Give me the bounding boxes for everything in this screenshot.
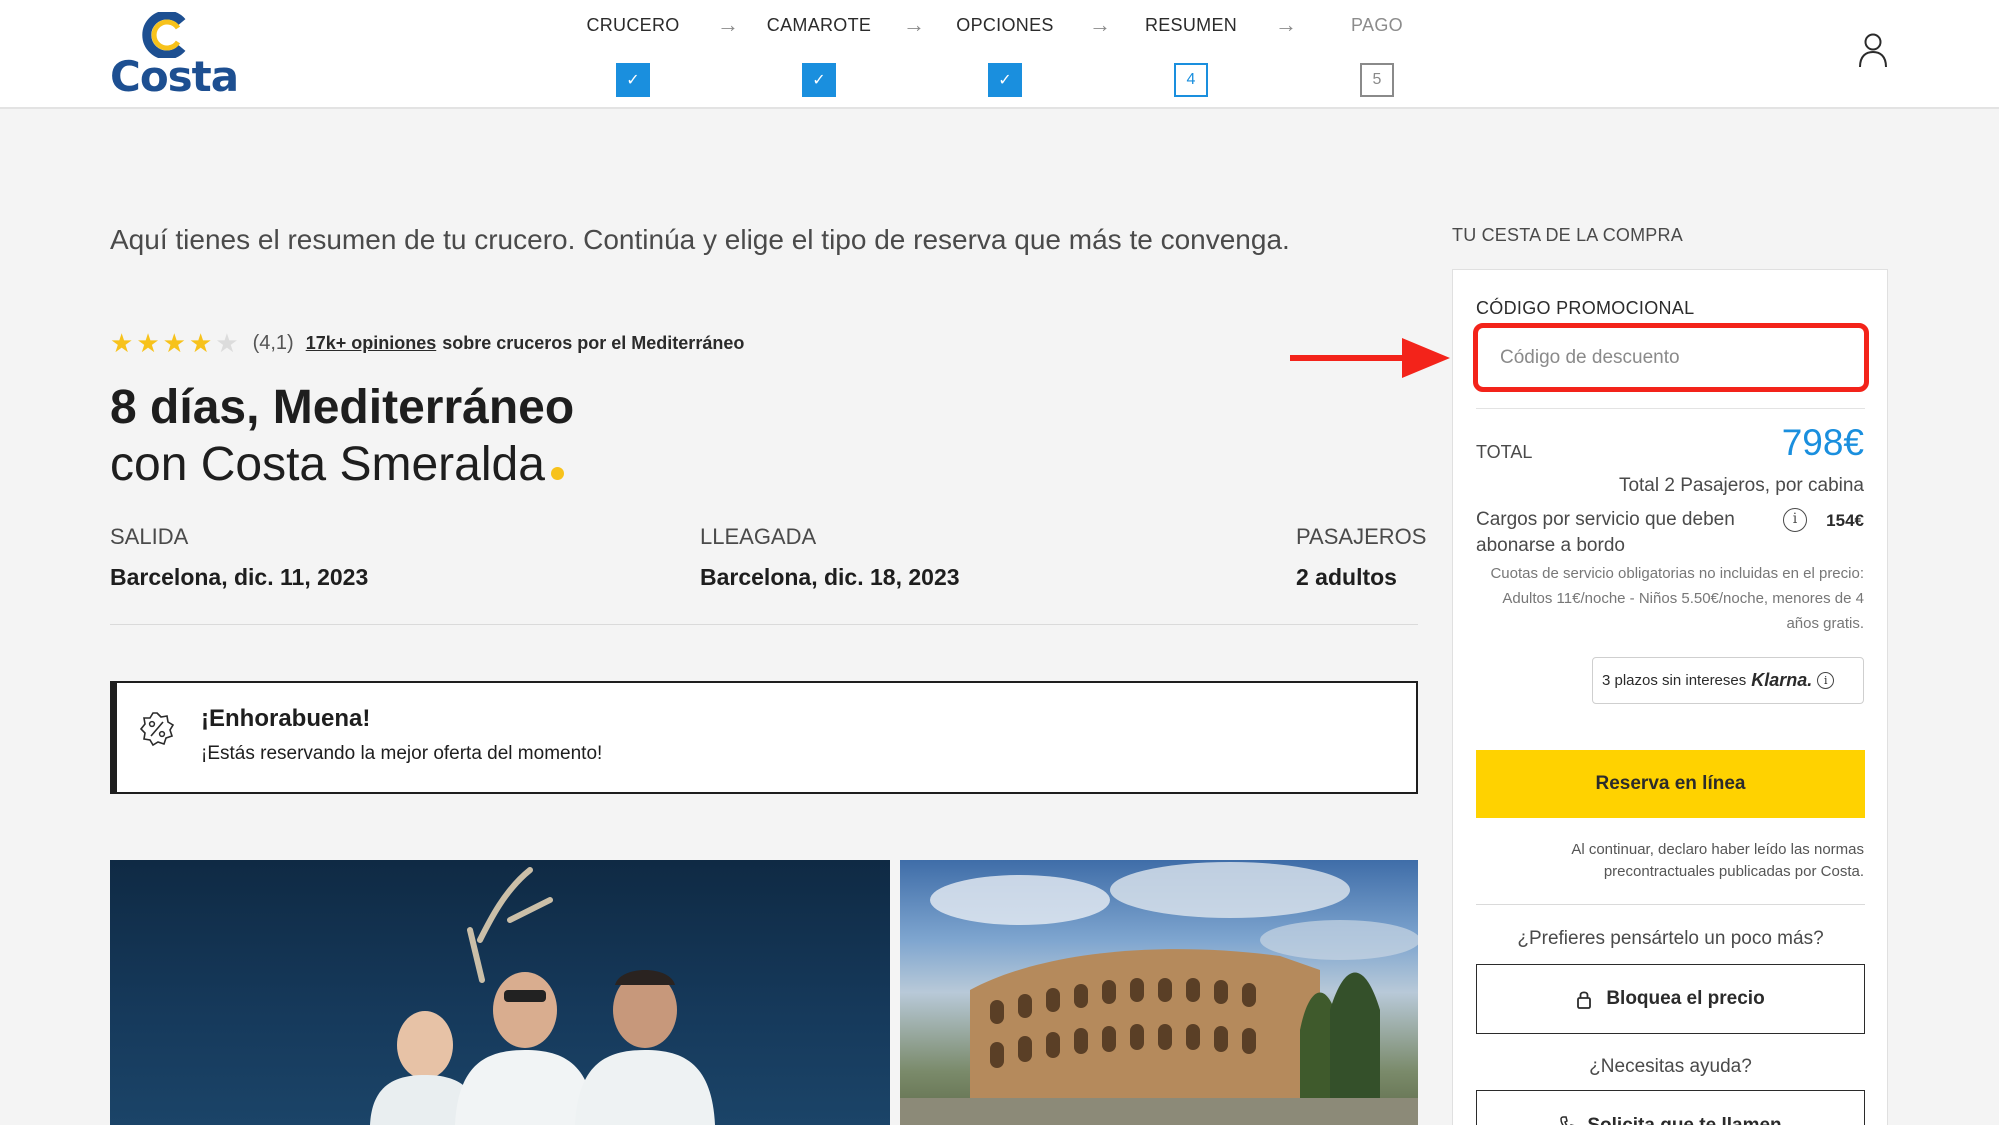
passengers-info: PASAJEROS 2 adultos <box>1296 524 1426 591</box>
step-number: 5 <box>1360 63 1394 97</box>
chefs-photo <box>110 860 890 1125</box>
step-opciones[interactable]: OPCIONES ✓ <box>905 0 1105 97</box>
promo-code-input[interactable] <box>1473 323 1869 392</box>
discount-badge-icon <box>139 712 175 747</box>
onboard-fees-label: Cargos por servicio que deben abonarse a… <box>1476 509 1735 556</box>
step-label: CRUCERO <box>586 15 680 35</box>
passengers-note: Total 2 Pasajeros, por cabina <box>1618 475 1864 496</box>
onboard-fees-value: 154€ <box>1826 511 1864 530</box>
passengers-label: PASAJEROS <box>1296 524 1427 549</box>
request-call-button[interactable]: Solicita que te llamen <box>1476 1090 1865 1125</box>
ship-name: con Costa Smeralda <box>110 438 545 491</box>
step-pago: PAGO 5 <box>1277 0 1477 97</box>
star-icon: ★ <box>188 328 213 358</box>
step-label: RESUMEN <box>1144 15 1238 35</box>
arrival-info: LLEAGADA Barcelona, dic. 18, 2023 <box>700 524 960 591</box>
klarna-badge[interactable]: 3 plazos sin intereses Klarna. i <box>1592 657 1864 704</box>
reviews-link[interactable]: 17k+ opiniones <box>306 333 437 354</box>
step-camarote[interactable]: CAMAROTE ✓ <box>719 0 919 97</box>
cart-divider <box>1476 904 1865 905</box>
cruise-title: 8 días, Mediterráneo <box>110 381 575 434</box>
promo-code-label: CÓDIGO PROMOCIONAL <box>1476 298 1695 318</box>
klarna-info-icon[interactable]: i <box>1817 672 1835 689</box>
step-label: OPCIONES <box>956 15 1054 35</box>
section-divider <box>110 624 1418 625</box>
star-icon: ★ <box>136 328 160 358</box>
logo-wordmark: Costa <box>110 52 239 101</box>
reviews-context: sobre cruceros por el Mediterráneo <box>442 332 745 353</box>
passengers-value: 2 adultos <box>1296 564 1397 590</box>
user-account-icon[interactable] <box>1858 32 1888 68</box>
colosseum-illustration <box>900 862 1418 1125</box>
lock-icon <box>1577 991 1592 1009</box>
phone-icon <box>1560 1116 1575 1125</box>
book-online-button[interactable]: Reserva en línea <box>1476 750 1865 818</box>
think-more-question: ¿Prefieres pensártelo un poco más? <box>1517 928 1824 949</box>
star-icon: ★ <box>110 328 134 358</box>
shopping-cart-panel: CÓDIGO PROMOCIONAL TOTAL 798€ Total 2 Pa… <box>1452 269 1888 1125</box>
star-rating: ★ ★ ★ ★ ★ <box>110 330 239 356</box>
check-icon: ✓ <box>616 63 650 97</box>
need-help-question: ¿Necesitas ayuda? <box>1589 1056 1752 1077</box>
cart-divider <box>1476 408 1865 409</box>
check-icon: ✓ <box>802 63 836 97</box>
check-icon: ✓ <box>988 63 1022 97</box>
banner-heading: ¡Enhorabuena! <box>201 705 371 732</box>
step-resumen[interactable]: RESUMEN 4 <box>1091 0 1291 97</box>
cart-title: TU CESTA DE LA COMPRA <box>1452 225 1683 245</box>
info-icon[interactable]: i <box>1783 508 1807 532</box>
step-number: 4 <box>1174 63 1208 97</box>
step-label: CAMAROTE <box>766 15 872 35</box>
step-label: PAGO <box>1351 15 1403 35</box>
costa-logo[interactable]: Costa <box>110 12 239 101</box>
chefs-illustration <box>370 867 715 1125</box>
arrival-label: LLEAGADA <box>700 524 817 549</box>
best-offer-banner: ¡Enhorabuena! ¡Estás reservando la mejor… <box>110 681 1418 794</box>
star-icon: ★ <box>162 328 186 358</box>
request-call-label: Solicita que te llamen <box>1587 1115 1781 1125</box>
rating-score: (4,1) <box>252 331 294 354</box>
top-header: Costa CRUCERO ✓ → CAMAROTE ✓ → OPCIONES … <box>0 0 1999 109</box>
klarna-logo: Klarna. <box>1751 670 1813 690</box>
colosseum-photo <box>900 860 1418 1125</box>
banner-subtext: ¡Estás reservando la mejor oferta del mo… <box>201 743 603 764</box>
step-crucero[interactable]: CRUCERO ✓ <box>533 0 733 97</box>
arrival-value: Barcelona, dic. 18, 2023 <box>700 564 960 590</box>
klarna-text: 3 plazos sin intereses <box>1602 672 1747 689</box>
legal-note: Al continuar, declaro haber leído las no… <box>1571 841 1864 880</box>
total-label: TOTAL <box>1476 442 1533 462</box>
departure-info: SALIDA Barcelona, dic. 11, 2023 <box>110 524 368 591</box>
lock-price-label: Bloquea el precio <box>1606 988 1765 1009</box>
rating-row: ★ ★ ★ ★ ★ (4,1) 17k+ opiniones sobre cru… <box>110 330 744 356</box>
intro-text: Aquí tienes el resumen de tu crucero. Co… <box>110 224 1290 255</box>
annotation-arrow-icon <box>1290 338 1450 378</box>
departure-value: Barcelona, dic. 11, 2023 <box>110 564 369 590</box>
cruise-ship-title: con Costa Smeralda <box>110 437 564 492</box>
decorative-dot <box>550 467 564 480</box>
fees-note: Cuotas de servicio obligatorias no inclu… <box>1490 565 1864 632</box>
lock-price-button[interactable]: Bloquea el precio <box>1476 964 1865 1034</box>
departure-label: SALIDA <box>110 524 189 549</box>
star-empty-icon: ★ <box>215 328 239 358</box>
total-price: 798€ <box>1781 422 1864 463</box>
